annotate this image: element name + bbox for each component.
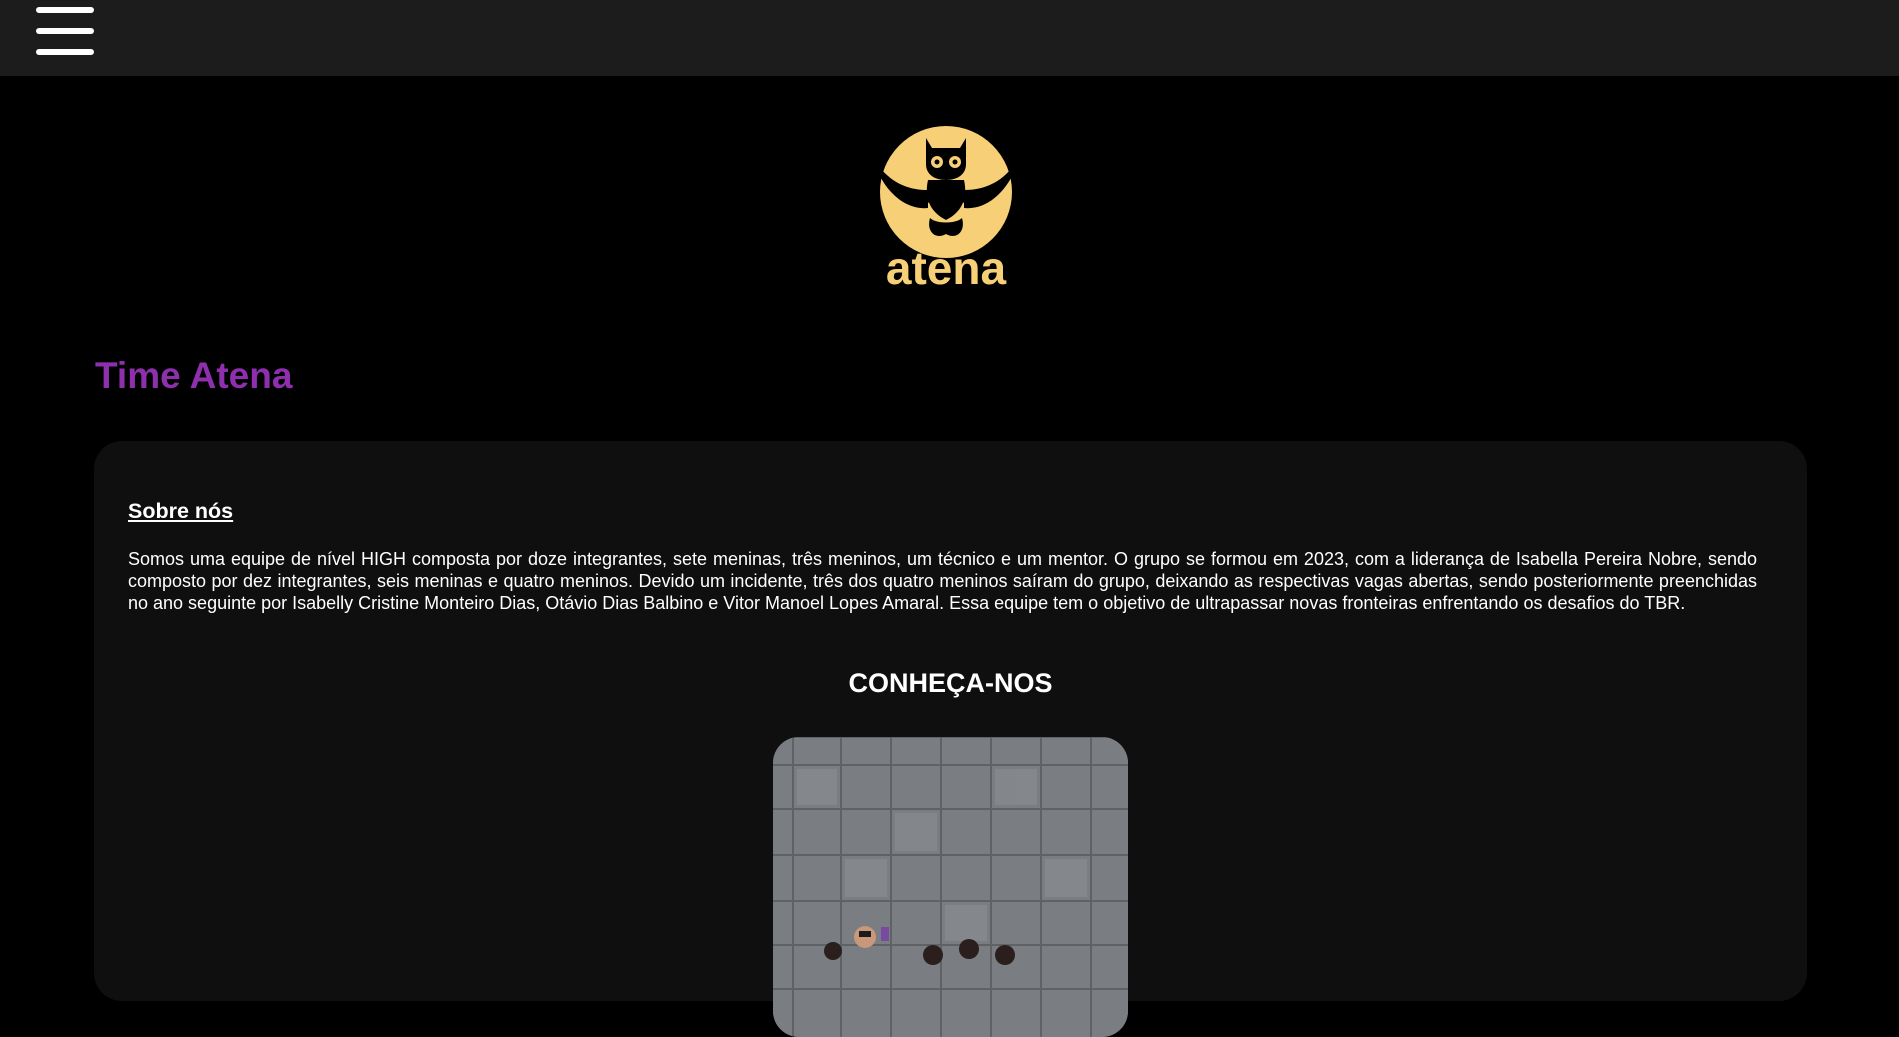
atena-logo[interactable]: atena	[866, 108, 1026, 294]
owl-icon: atena	[870, 126, 1022, 294]
logo-text: atena	[886, 242, 1007, 293]
hamburger-menu-icon[interactable]	[36, 7, 94, 55]
team-photo	[773, 737, 1128, 1037]
team-photo-image	[773, 737, 1128, 1037]
menu-line	[36, 49, 94, 55]
top-bar	[0, 0, 1899, 76]
content-card: Sobre nós Somos uma equipe de nível HIGH…	[94, 441, 1807, 1037]
page-title: Time Atena	[95, 355, 293, 396]
meet-heading: CONHEÇA-NOS	[848, 668, 1053, 698]
menu-line	[36, 7, 94, 13]
menu-line	[36, 28, 94, 34]
about-heading: Sobre nós	[128, 499, 234, 523]
about-text: Somos uma equipe de nível HIGH composta …	[128, 549, 1757, 613]
